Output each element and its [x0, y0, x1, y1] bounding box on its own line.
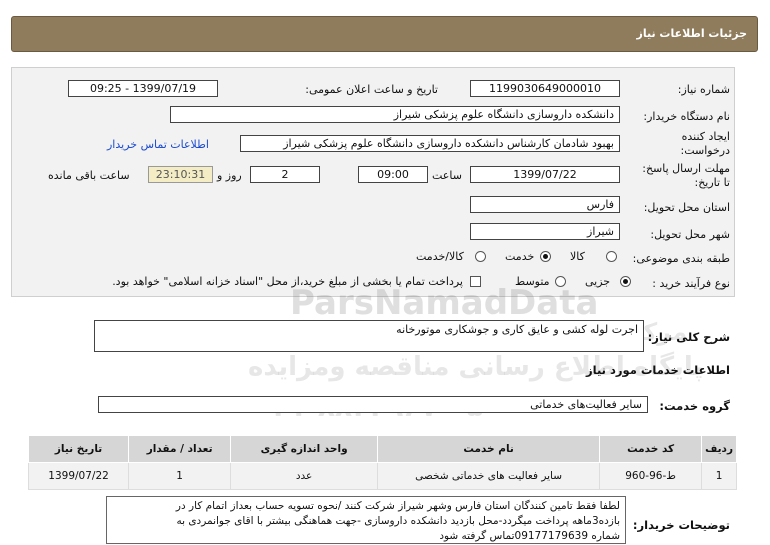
col-unit: واحد اندازه گیری — [230, 435, 379, 463]
days-label: روز و — [217, 169, 242, 182]
cell-quantity: 1 — [128, 462, 232, 490]
buyer-org-field[interactable]: دانشکده داروسازی دانشگاه علوم پزشکی شیرا… — [170, 106, 620, 123]
buyer-contact-link[interactable]: اطلاعات تماس خریدار — [107, 138, 209, 151]
deadline-time-field[interactable]: 09:00 — [358, 166, 428, 183]
days-remaining-field[interactable]: 2 — [250, 166, 320, 183]
page-header: جزئیات اطلاعات نیاز — [11, 16, 758, 52]
province-field[interactable]: فارس — [470, 196, 620, 213]
creator-label-2: درخواست: — [680, 144, 730, 157]
services-section-title: اطلاعات خدمات مورد نیاز — [586, 363, 730, 377]
process-option-medium: متوسط — [515, 275, 550, 288]
table-header-row: ردیف کد خدمت نام خدمت واحد اندازه گیری ت… — [27, 435, 737, 463]
col-service-name: نام خدمت — [377, 435, 601, 463]
col-service-code: کد خدمت — [599, 435, 703, 463]
process-radio-medium[interactable] — [555, 276, 566, 287]
table-row[interactable]: 1 ط-96-960 سایر فعالیت های خدماتی شخصی ع… — [27, 462, 737, 490]
deadline-date-field[interactable]: 1399/07/22 — [470, 166, 620, 183]
cell-service-name: سایر فعالیت های خدماتی شخصی — [377, 462, 601, 490]
category-label: طبقه بندی موضوعی: — [632, 252, 730, 265]
summary-label: شرح کلی نیاز: — [647, 330, 730, 344]
cell-row-number: 1 — [701, 462, 737, 490]
buyer-notes-field[interactable]: لطفا فقط تامین کنندگان استان فارس وشهر ش… — [106, 496, 626, 544]
category-option-service: خدمت — [505, 250, 535, 263]
city-field[interactable]: شیراز — [470, 223, 620, 240]
summary-field[interactable]: اجرت لوله کشی و عایق کاری و جوشکاری موتو… — [94, 320, 644, 352]
province-label: استان محل تحویل: — [643, 201, 730, 214]
treasury-payment-note: پرداخت تمام یا بخشی از مبلغ خرید،از محل … — [112, 275, 463, 288]
buyer-notes-line-3: شماره 09177179639تماس گرفته شود — [439, 530, 620, 542]
buyer-notes-line-2: بازده3ماهه پرداخت میگردد-محل بازدید دانش… — [176, 515, 620, 527]
deadline-label-1: مهلت ارسال پاسخ: — [642, 162, 730, 175]
announce-date-field[interactable]: 1399/07/19 - 09:25 — [68, 80, 218, 97]
need-number-field[interactable]: 1199030649000010 — [470, 80, 620, 97]
cell-need-date: 1399/07/22 — [27, 462, 130, 490]
need-number-label: شماره نیاز: — [677, 83, 730, 96]
process-radio-minor[interactable] — [620, 276, 631, 287]
announce-date-label: تاریخ و ساعت اعلان عمومی: — [305, 83, 438, 96]
category-option-goods: کالا — [570, 250, 585, 263]
buyer-org-label: نام دستگاه خریدار: — [643, 110, 730, 123]
category-radio-goods[interactable] — [606, 251, 617, 262]
cell-service-code: ط-96-960 — [599, 462, 703, 490]
page-title: جزئیات اطلاعات نیاز — [636, 27, 748, 40]
col-need-date: تاریخ نیاز — [27, 435, 130, 463]
buyer-notes-label: توضیحات خریدار: — [632, 518, 730, 532]
deadline-label-2: تا تاریخ: — [694, 176, 730, 189]
col-quantity: تعداد / مقدار — [128, 435, 232, 463]
category-option-goods-service: کالا/خدمت — [416, 250, 464, 263]
remaining-time-field: 23:10:31 — [148, 166, 213, 183]
remaining-time-label: ساعت باقی مانده — [48, 169, 130, 182]
treasury-payment-checkbox[interactable] — [470, 276, 481, 287]
deadline-time-label: ساعت — [432, 169, 462, 182]
process-type-label: نوع فرآیند خرید : — [652, 277, 730, 290]
service-group-label: گروه خدمت: — [659, 399, 730, 413]
creator-label-1: ایجاد کننده — [681, 130, 730, 143]
service-group-field[interactable]: سایر فعالیت‌های خدماتی — [98, 396, 648, 413]
process-option-minor: جزیی — [585, 275, 611, 288]
services-table: ردیف کد خدمت نام خدمت واحد اندازه گیری ت… — [27, 435, 737, 490]
cell-unit: عدد — [230, 462, 379, 490]
buyer-notes-line-1: لطفا فقط تامین کنندگان استان فارس وشهر ش… — [175, 500, 620, 512]
col-row-number: ردیف — [701, 435, 737, 463]
category-radio-service[interactable] — [540, 251, 551, 262]
creator-field[interactable]: بهبود شادمان کارشناس دانشکده داروسازی دا… — [240, 135, 620, 152]
city-label: شهر محل تحویل: — [650, 228, 730, 241]
category-radio-goods-service[interactable] — [475, 251, 486, 262]
